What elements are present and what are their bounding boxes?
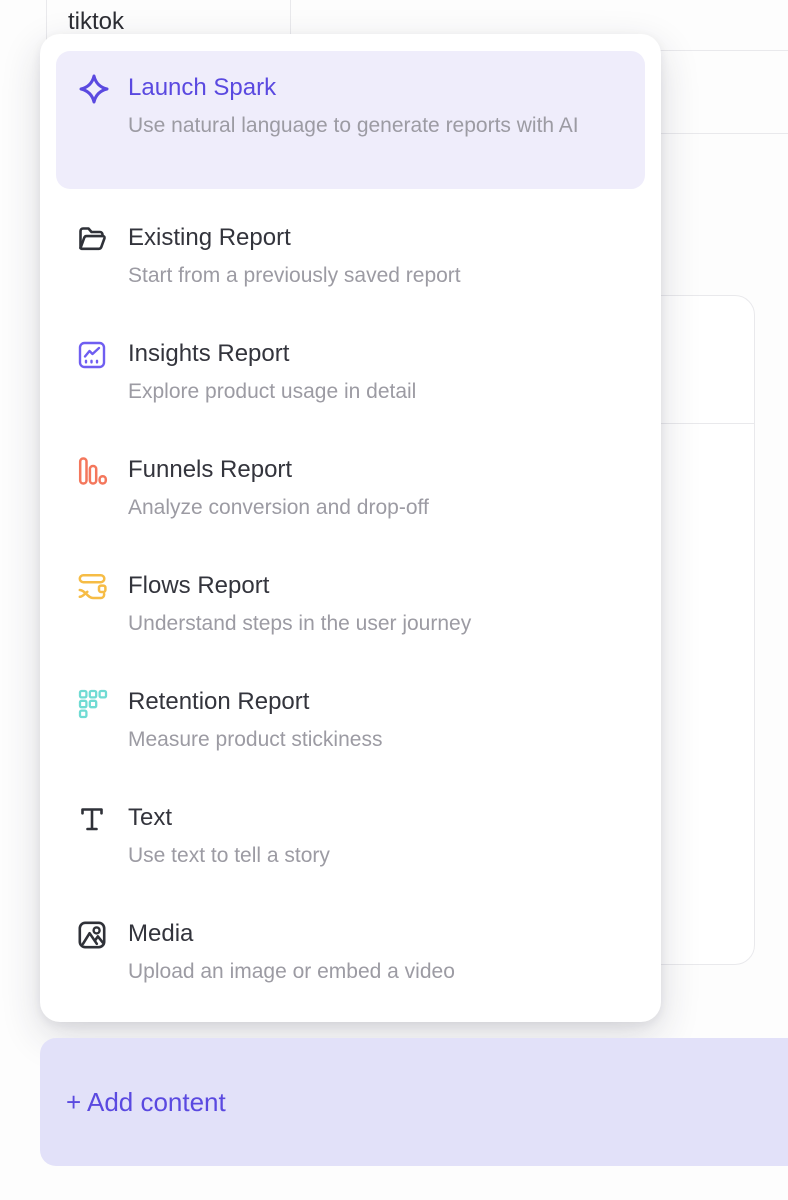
- menu-item-funnels-report[interactable]: Funnels Report Analyze conversion and dr…: [56, 453, 645, 523]
- menu-item-flows-report[interactable]: Flows Report Understand steps in the use…: [56, 569, 645, 639]
- background-partial-label: tiktok: [68, 8, 124, 36]
- menu-item-subtitle: Use text to tell a story: [128, 841, 330, 871]
- funnel-bars-icon: [76, 455, 108, 487]
- menu-item-retention-report[interactable]: Retention Report Measure product stickin…: [56, 685, 645, 755]
- menu-item-subtitle: Analyze conversion and drop-off: [128, 493, 429, 523]
- menu-item-subtitle: Upload an image or embed a video: [128, 957, 455, 987]
- add-content-menu: Launch Spark Use natural language to gen…: [40, 34, 661, 1022]
- menu-item-subtitle: Understand steps in the user journey: [128, 609, 471, 639]
- menu-item-launch-spark[interactable]: Launch Spark Use natural language to gen…: [56, 51, 645, 189]
- add-content-button[interactable]: + Add content: [40, 1038, 788, 1166]
- menu-item-subtitle: Explore product usage in detail: [128, 377, 416, 407]
- menu-item-existing-report[interactable]: Existing Report Start from a previously …: [56, 221, 645, 291]
- insights-chart-icon: [76, 339, 108, 371]
- flows-icon: [76, 571, 108, 603]
- menu-item-title: Retention Report: [128, 685, 382, 718]
- menu-item-subtitle: Start from a previously saved report: [128, 261, 461, 291]
- add-content-label: + Add content: [66, 1087, 226, 1118]
- media-icon: [76, 919, 108, 951]
- menu-item-insights-report[interactable]: Insights Report Explore product usage in…: [56, 337, 645, 407]
- menu-item-subtitle: Measure product stickiness: [128, 725, 382, 755]
- menu-item-title: Existing Report: [128, 221, 461, 254]
- menu-item-title: Launch Spark: [128, 71, 579, 104]
- menu-item-title: Flows Report: [128, 569, 471, 602]
- menu-item-title: Insights Report: [128, 337, 416, 370]
- background-card-edge: [46, 0, 47, 40]
- menu-item-media[interactable]: Media Upload an image or embed a video: [56, 917, 645, 987]
- text-icon: [76, 803, 108, 835]
- menu-item-title: Media: [128, 917, 455, 950]
- menu-item-title: Text: [128, 801, 330, 834]
- background-row-divider-2: [655, 133, 788, 134]
- menu-item-title: Funnels Report: [128, 453, 429, 486]
- folder-open-icon: [76, 223, 108, 255]
- retention-grid-icon: [76, 687, 108, 719]
- spark-icon: [78, 73, 110, 105]
- menu-item-text[interactable]: Text Use text to tell a story: [56, 801, 645, 871]
- menu-item-subtitle: Use natural language to generate reports…: [128, 110, 579, 142]
